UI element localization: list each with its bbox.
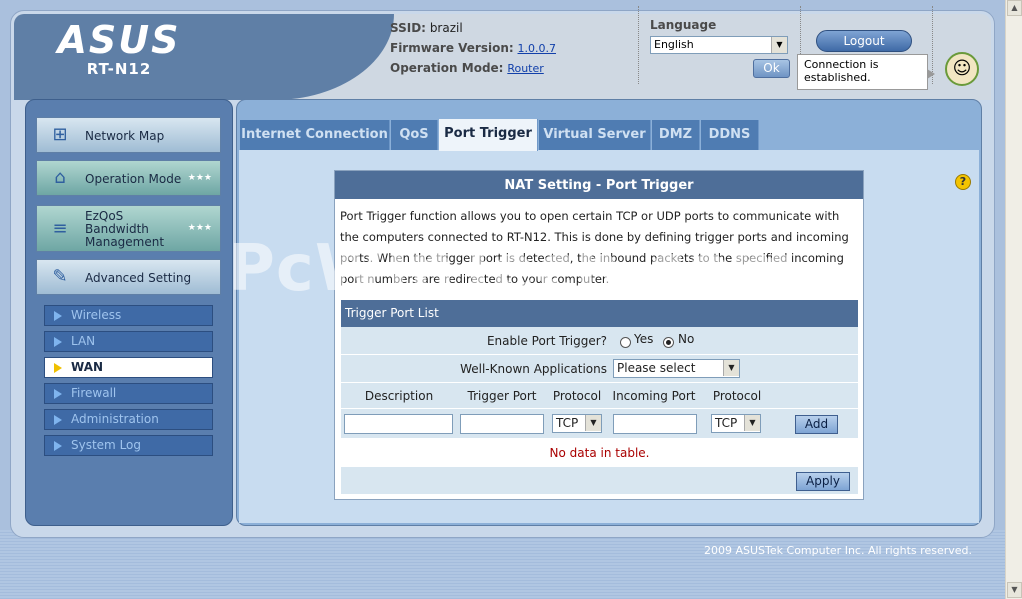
- sidebar-subitem-wireless[interactable]: Wireless: [44, 305, 213, 326]
- sidebar-subitem-lan[interactable]: LAN: [44, 331, 213, 352]
- language-select[interactable]: English ▼: [650, 36, 788, 54]
- sidebar-item-ezqos[interactable]: ≡ EzQoS Bandwidth Management ★★★: [36, 205, 221, 252]
- apps-select-value: Please select: [617, 361, 696, 375]
- description-input[interactable]: [344, 414, 453, 434]
- col-incoming-port: Incoming Port: [612, 389, 696, 403]
- router-info: SSID: brazil Firmware Version: 1.0.0.7 O…: [390, 18, 556, 78]
- tab-internet-connection[interactable]: Internet Connection: [240, 120, 390, 150]
- sidebar-subitem-firewall[interactable]: Firewall: [44, 383, 213, 404]
- well-known-apps-select[interactable]: Please select ▼: [613, 359, 740, 378]
- sidebar-item-operation-mode[interactable]: ⌂ Operation Mode ★★★: [36, 160, 221, 196]
- sidebar-subitem-wan[interactable]: WAN: [44, 357, 213, 378]
- firmware-link[interactable]: 1.0.0.7: [518, 42, 556, 55]
- apps-label: Well-Known Applications: [460, 362, 607, 376]
- ssid-value: brazil: [429, 21, 463, 35]
- input-row: TCP ▼ TCP ▼ Add: [341, 409, 858, 439]
- status-avatar-icon: ☺: [945, 52, 979, 86]
- sidebar-subitem-label: Wireless: [71, 308, 122, 322]
- arrow-right-icon: [54, 389, 62, 399]
- column-header-row: Description Trigger Port Protocol Incomi…: [341, 383, 858, 409]
- trigger-protocol-select[interactable]: TCP ▼: [552, 414, 602, 433]
- tab-virtual-server[interactable]: Virtual Server: [539, 120, 651, 150]
- enable-yes-radio[interactable]: [620, 337, 631, 348]
- sidebar-item-label: Network Map: [85, 129, 165, 143]
- col-protocol-2: Protocol: [712, 389, 762, 403]
- language-label: Language: [650, 18, 717, 32]
- sidebar-subitem-label: WAN: [71, 360, 104, 374]
- divider: [638, 6, 639, 84]
- col-description: Description: [364, 389, 434, 403]
- asus-logo: ASUS: [57, 18, 181, 62]
- scroll-up-icon[interactable]: ▲: [1007, 0, 1022, 16]
- sidebar-item-label: EzQoS Bandwidth Management: [85, 209, 165, 249]
- wrench-icon: ✎: [52, 266, 68, 287]
- yes-label: Yes: [634, 332, 654, 346]
- sidebar-item-network-map[interactable]: ⊞ Network Map: [36, 117, 221, 153]
- port-trigger-panel: NAT Setting - Port Trigger Port Trigger …: [334, 170, 864, 500]
- arrow-right-icon: [54, 337, 62, 347]
- tab-dmz[interactable]: DMZ: [652, 120, 700, 150]
- operation-mode-link[interactable]: Router: [507, 62, 543, 75]
- apps-row: Well-Known Applications Please select ▼: [341, 355, 858, 383]
- stars-icon: ★★★: [187, 173, 212, 183]
- network-map-icon: ⊞: [52, 124, 68, 145]
- panel-title: NAT Setting - Port Trigger: [335, 171, 863, 199]
- empty-row: No data in table.: [341, 439, 858, 467]
- page-background: [0, 530, 1005, 599]
- vertical-scrollbar[interactable]: ▲ ▼: [1005, 0, 1022, 599]
- arrow-right-icon: [54, 415, 62, 425]
- watermark: PcWinTech.com: [228, 232, 799, 306]
- arrow-right-icon: [54, 441, 62, 451]
- ssid-label: SSID:: [390, 21, 426, 35]
- language-value: English: [654, 38, 694, 51]
- sidebar-subitem-administration[interactable]: Administration: [44, 409, 213, 430]
- tab-qos[interactable]: QoS: [391, 120, 438, 150]
- sidebar-item-label: Advanced Setting: [85, 271, 192, 285]
- incoming-protocol-value: TCP: [715, 416, 738, 430]
- router-icon: ⌂: [54, 167, 66, 188]
- enable-no-radio[interactable]: [663, 337, 674, 348]
- trigger-port-input[interactable]: [460, 414, 544, 434]
- incoming-port-input[interactable]: [613, 414, 697, 434]
- no-label: No: [678, 332, 695, 346]
- sidebar-subitem-label: System Log: [71, 438, 141, 452]
- tab-ddns[interactable]: DDNS: [701, 120, 759, 150]
- brand-area: ASUS RT-N12: [14, 14, 394, 100]
- stars-icon: ★★★: [187, 223, 212, 233]
- sidebar-subitem-label: LAN: [71, 334, 96, 348]
- enable-label: Enable Port Trigger?: [486, 334, 607, 348]
- chevron-down-icon[interactable]: ▼: [723, 360, 739, 376]
- firmware-label: Firmware Version:: [390, 41, 514, 55]
- language-ok-button[interactable]: Ok: [753, 59, 790, 78]
- help-icon[interactable]: ?: [955, 174, 971, 190]
- chevron-down-icon[interactable]: ▼: [744, 415, 760, 431]
- mode-label: Operation Mode:: [390, 61, 504, 75]
- incoming-protocol-select[interactable]: TCP ▼: [711, 414, 761, 433]
- chevron-down-icon[interactable]: ▼: [771, 37, 787, 53]
- model-name: RT-N12: [86, 60, 152, 78]
- chevron-down-icon[interactable]: ▼: [585, 415, 601, 431]
- scroll-down-icon[interactable]: ▼: [1007, 582, 1022, 598]
- bandwidth-icon: ≡: [52, 218, 68, 239]
- connection-status: Connection is established.: [797, 54, 935, 90]
- tab-port-trigger[interactable]: Port Trigger: [439, 119, 538, 151]
- sidebar-item-advanced-setting[interactable]: ✎ Advanced Setting: [36, 259, 221, 295]
- arrow-right-icon: [54, 311, 62, 321]
- empty-table-text: No data in table.: [549, 446, 650, 460]
- apply-row: Apply: [341, 467, 858, 495]
- col-protocol: Protocol: [552, 389, 602, 403]
- trigger-protocol-value: TCP: [556, 416, 579, 430]
- enable-row: Enable Port Trigger? Yes No: [341, 327, 858, 355]
- sidebar-subitem-system-log[interactable]: System Log: [44, 435, 213, 456]
- col-trigger-port: Trigger Port: [467, 389, 537, 403]
- sidebar-item-label: Operation Mode: [85, 172, 182, 186]
- arrow-right-icon: [54, 363, 62, 373]
- apply-button[interactable]: Apply: [796, 472, 850, 491]
- add-button[interactable]: Add: [795, 415, 838, 434]
- copyright-footer: 2009 ASUSTek Computer Inc. All rights re…: [704, 544, 972, 557]
- sidebar-subitem-label: Administration: [71, 412, 159, 426]
- sidebar-subitem-label: Firewall: [71, 386, 117, 400]
- logout-button[interactable]: Logout: [816, 30, 912, 52]
